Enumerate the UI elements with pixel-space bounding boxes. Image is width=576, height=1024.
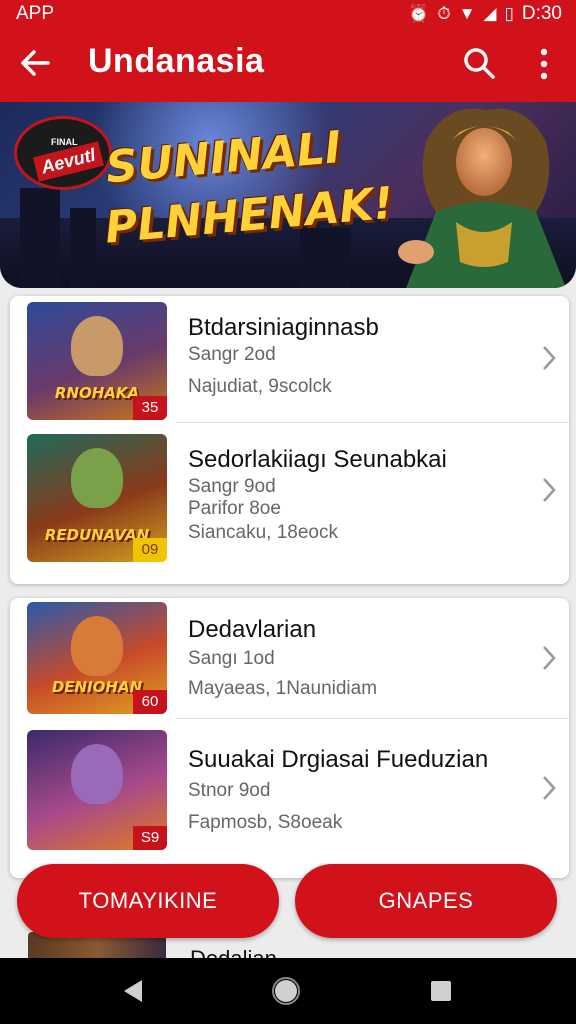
item-subtitle: Sangr 2od	[188, 344, 276, 365]
thumbnail-character	[71, 744, 123, 804]
game-thumbnail: RNOHAKA 35	[27, 302, 167, 420]
chevron-right-icon	[543, 478, 556, 502]
banner-tower	[70, 208, 96, 288]
app-bar: Undanasia	[0, 26, 576, 102]
game-list-group: RNOHAKA 35 Btdarsiniaginnasb Sangr 2od N…	[10, 296, 569, 584]
game-thumbnail: REDUNAVAN 09	[27, 434, 167, 562]
item-meta: Mayaeas, 1Naunidiam	[188, 678, 378, 699]
more-options-icon[interactable]	[528, 46, 560, 82]
list-item[interactable]: RNOHAKA 35 Btdarsiniaginnasb Sangr 2od N…	[10, 296, 569, 422]
list-item[interactable]: S9 Suuakai Drgiasai Fueduzian Stnor 9od …	[10, 718, 569, 878]
item-subtitle: Stnor 9od	[188, 780, 271, 801]
badge-label: Aevutl	[32, 141, 105, 182]
status-app-label: APP	[16, 3, 55, 24]
badge-caption: FINAL	[51, 137, 78, 147]
next-item-title-peek: Dedalian	[190, 948, 310, 958]
game-list-group: DENIOHAN 60 Dedavlarian Sangı 1od Mayaea…	[10, 598, 569, 878]
thumbnail-tag: S9	[133, 826, 167, 850]
alarm-icon: ⏰	[408, 4, 430, 23]
list-item[interactable]: DENIOHAN 60 Dedavlarian Sangı 1od Mayaea…	[10, 598, 569, 718]
item-meta: Parifor 8oe	[188, 498, 281, 519]
page-title: Undanasia	[88, 42, 265, 80]
status-icons: ⏰ ⏱ ▼ ◢ ▯ D:30	[408, 3, 562, 25]
game-thumbnail: DENIOHAN 60	[27, 602, 167, 714]
item-subtitle: Sangı 1od	[188, 648, 275, 669]
status-time: D:30	[521, 3, 562, 24]
thumbnail-tag: 09	[133, 538, 167, 562]
banner-hero-character-illustration	[398, 108, 566, 288]
wifi-icon: ▼	[458, 4, 476, 23]
chevron-right-icon	[543, 646, 556, 670]
back-arrow-icon[interactable]	[18, 46, 52, 80]
banner-tower	[20, 188, 60, 288]
status-bar: APP ⏰ ⏱ ▼ ◢ ▯ D:30	[0, 0, 576, 26]
item-subtitle: Sangr 9od	[188, 476, 276, 497]
item-title: Btdarsiniaginnasb	[188, 314, 379, 341]
games-button[interactable]: GNAPES	[295, 864, 557, 938]
chevron-right-icon	[543, 346, 556, 370]
item-meta: Fapmosb, S8oeak	[188, 812, 343, 833]
primary-action-button[interactable]: TOMAYIKINE	[17, 864, 279, 938]
clock-icon: ⏱	[437, 4, 451, 23]
thumbnail-tag: 60	[133, 690, 167, 714]
hero-banner[interactable]: FINAL Aevutl SUNINALI PLNHENAK!	[0, 102, 576, 288]
thumbnail-character	[71, 448, 123, 508]
thumbnail-character	[71, 316, 123, 376]
item-title: Dedavlarian	[188, 616, 317, 643]
item-meta: Najudiat, 9scolck	[188, 376, 332, 397]
list-item[interactable]: REDUNAVAN 09 Sedorlakiiagı Seunabkai San…	[10, 422, 569, 582]
system-nav-bar	[0, 958, 576, 1024]
search-icon[interactable]	[462, 46, 496, 80]
nav-recents-icon[interactable]	[426, 976, 456, 1006]
thumbnail-character	[71, 616, 123, 676]
battery-icon: ▯	[504, 4, 514, 23]
item-meta: Siancaku, 18eock	[188, 522, 338, 543]
banner-badge: FINAL Aevutl	[14, 116, 112, 190]
chevron-right-icon	[543, 776, 556, 800]
item-title: Sedorlakiiagı Seunabkai	[188, 446, 447, 473]
item-title: Suuakai Drgiasai Fueduzian	[188, 746, 489, 773]
signal-icon: ◢	[483, 4, 497, 23]
nav-back-icon[interactable]	[118, 976, 148, 1006]
nav-home-icon[interactable]	[271, 976, 301, 1006]
thumbnail-tag: 35	[133, 396, 167, 420]
game-thumbnail: S9	[27, 730, 167, 850]
